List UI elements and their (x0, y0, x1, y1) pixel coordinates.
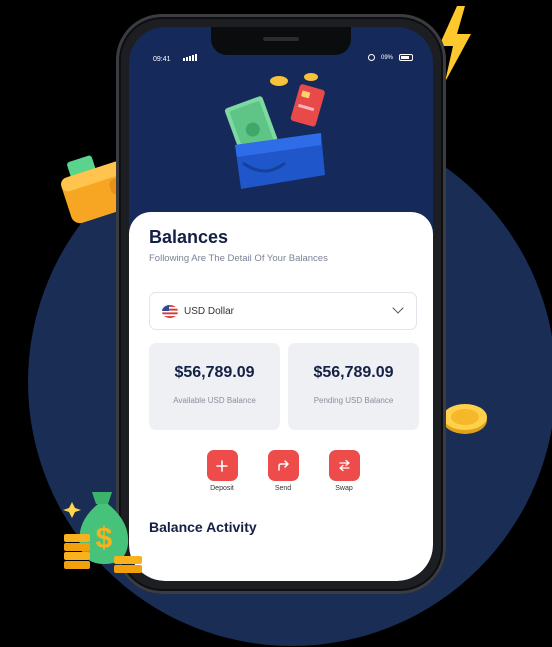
deposit-button[interactable] (206, 450, 238, 481)
balances-card: Balances Following Are The Detail Of You… (129, 212, 433, 581)
battery-percent: 09% (380, 54, 393, 61)
status-right: 09% (367, 54, 413, 61)
swap-arrows-icon (338, 459, 350, 472)
page-title: Balances (149, 227, 229, 247)
currency-select-value: USD Dollar (184, 306, 235, 317)
phone-frame: 09:41 09% Balances Following Are The Det… (116, 14, 446, 594)
send-action[interactable]: Send (263, 450, 303, 492)
pending-balance-label: Pending USD Balance (313, 396, 394, 405)
available-balance-box: $56,789.09 Available USD Balance (149, 343, 280, 430)
deposit-action[interactable]: Deposit (202, 450, 242, 492)
chevron-down-icon (392, 302, 404, 314)
phone-notch (211, 27, 351, 55)
share-arrow-icon (277, 460, 289, 471)
currency-select[interactable]: USD Dollar (149, 292, 417, 330)
balance-activity-heading: Balance Activity (149, 519, 257, 535)
status-time: 09:41 (153, 56, 171, 63)
send-label: Send (274, 485, 292, 492)
speaker-grille (263, 37, 299, 41)
send-button[interactable] (267, 450, 299, 481)
available-balance-label: Available USD Balance (173, 396, 256, 405)
plus-icon (216, 459, 228, 472)
coin-icon (443, 404, 487, 434)
battery-icon (399, 54, 413, 61)
wallet-money-illustration (224, 73, 325, 189)
signal-icon (183, 54, 197, 61)
money-bag-icon: $ (63, 492, 142, 573)
pending-balance-box: $56,789.09 Pending USD Balance (288, 343, 419, 430)
available-balance-amount: $56,789.09 (174, 364, 255, 381)
alarm-icon (367, 54, 375, 61)
phone-screen: 09:41 09% Balances Following Are The Det… (129, 27, 433, 581)
svg-text:$: $ (96, 522, 113, 555)
pending-balance-amount: $56,789.09 (313, 364, 394, 381)
us-flag-icon (162, 305, 178, 318)
swap-action[interactable]: Swap (324, 450, 364, 492)
page-subtitle: Following Are The Detail Of Your Balance… (149, 253, 328, 264)
swap-button[interactable] (328, 450, 360, 481)
deposit-label: Deposit (210, 485, 234, 492)
swap-label: Swap (335, 485, 353, 492)
